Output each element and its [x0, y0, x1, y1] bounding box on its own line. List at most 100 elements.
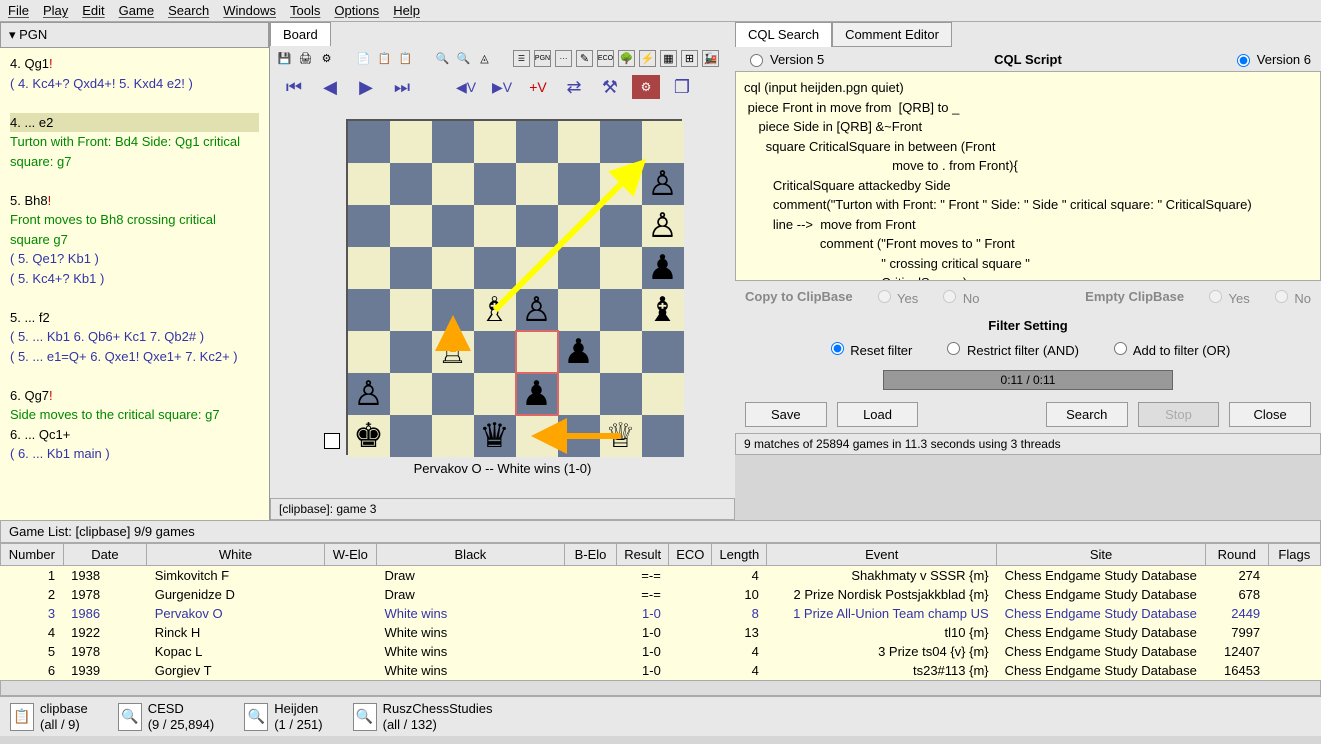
database-item[interactable]: 📋clipbase(all / 9) [10, 701, 88, 732]
square-g3[interactable] [600, 331, 642, 373]
piece[interactable]: ♙ [647, 167, 677, 201]
pgn-line[interactable]: 4. ... e2 [10, 113, 259, 133]
pgn-line[interactable]: 5. Bh8! [10, 191, 259, 211]
piece[interactable]: ♙ [647, 209, 677, 243]
chessboard[interactable]: ♙♙♟♗♙♝♖♟♙♟♚♛♕ [346, 119, 682, 455]
square-c4[interactable] [432, 289, 474, 331]
square-f5[interactable] [558, 247, 600, 289]
menu-play[interactable]: Play [43, 3, 68, 18]
table-row[interactable]: 11938Simkovitch FDraw=-=4Shakhmaty v SSS… [1, 566, 1321, 586]
square-b6[interactable] [390, 205, 432, 247]
eco-icon[interactable]: ECO [597, 50, 614, 67]
paste-icon[interactable]: 📋 [376, 50, 393, 67]
piece[interactable]: ♟ [563, 335, 593, 369]
train-icon[interactable]: 🚂 [702, 50, 719, 67]
engine-icon[interactable]: ⚡ [639, 50, 656, 67]
nav-var-back-icon[interactable]: ◀V [452, 75, 480, 99]
square-g6[interactable] [600, 205, 642, 247]
column-header[interactable]: Site [997, 544, 1206, 566]
nav-hammer-icon[interactable]: ⚒ [596, 75, 624, 99]
square-d3[interactable] [474, 331, 516, 373]
column-header[interactable]: B-Elo [564, 544, 616, 566]
radio-version5[interactable] [750, 54, 763, 67]
piece[interactable]: ♟ [647, 251, 677, 285]
square-h4[interactable]: ♝ [642, 289, 684, 331]
square-c1[interactable] [432, 415, 474, 457]
nav-flip-icon[interactable]: ⇄ [560, 75, 588, 99]
column-header[interactable]: Black [376, 544, 564, 566]
square-b3[interactable] [390, 331, 432, 373]
table-row[interactable]: 21978Gurgenidze DDraw=-=102 Prize Nordis… [1, 585, 1321, 604]
square-f8[interactable] [558, 121, 600, 163]
square-c8[interactable] [432, 121, 474, 163]
text-icon[interactable]: ··· [555, 50, 572, 67]
square-b7[interactable] [390, 163, 432, 205]
square-g5[interactable] [600, 247, 642, 289]
filter-restrict-radio[interactable] [947, 342, 960, 355]
square-c3[interactable]: ♖ [432, 331, 474, 373]
pgn-line[interactable]: ( 5. ... Kb1 6. Qb6+ Kc1 7. Qb2# ) [10, 327, 259, 347]
db-icon[interactable]: ▦ [660, 50, 677, 67]
square-h5[interactable]: ♟ [642, 247, 684, 289]
pgn-line[interactable]: ( 6. ... Kb1 main ) [10, 444, 259, 464]
radio-version6[interactable] [1237, 54, 1250, 67]
column-header[interactable]: Number [1, 544, 64, 566]
square-c6[interactable] [432, 205, 474, 247]
tab-comment-editor[interactable]: Comment Editor [832, 22, 952, 47]
pgn-line[interactable]: 4. Qg1! [10, 54, 259, 74]
square-a3[interactable] [348, 331, 390, 373]
table-row[interactable]: 31986Pervakov OWhite wins1-081 Prize All… [1, 604, 1321, 623]
piece[interactable]: ♕ [605, 419, 635, 453]
piece[interactable]: ♖ [437, 335, 467, 369]
nav-var-fwd-icon[interactable]: ▶V [488, 75, 516, 99]
square-g7[interactable] [600, 163, 642, 205]
piece[interactable]: ♙ [521, 293, 551, 327]
square-h2[interactable] [642, 373, 684, 415]
save-icon[interactable]: 💾 [276, 50, 293, 67]
square-e5[interactable] [516, 247, 558, 289]
load-button[interactable]: Load [837, 402, 919, 427]
square-h1[interactable] [642, 415, 684, 457]
column-header[interactable]: Date [63, 544, 147, 566]
save-button[interactable]: Save [745, 402, 827, 427]
edit-icon[interactable]: ✎ [576, 50, 593, 67]
database-item[interactable]: 🔍Heijden(1 / 251) [244, 701, 322, 732]
square-b4[interactable] [390, 289, 432, 331]
database-item[interactable]: 🔍RuszChessStudies(all / 132) [353, 701, 493, 732]
table-row[interactable]: 41922Rinck HWhite wins1-013tl10 {m}Chess… [1, 623, 1321, 642]
square-a2[interactable]: ♙ [348, 373, 390, 415]
square-e7[interactable] [516, 163, 558, 205]
square-g8[interactable] [600, 121, 642, 163]
square-e6[interactable] [516, 205, 558, 247]
square-f3[interactable]: ♟ [558, 331, 600, 373]
nav-end-icon[interactable]: ⏭ [388, 75, 416, 99]
column-header[interactable]: ECO [669, 544, 712, 566]
list-icon[interactable]: ☰ [513, 50, 530, 67]
grid-icon[interactable]: ⊞ [681, 50, 698, 67]
table-row[interactable]: 61939Gorgiev TWhite wins1-04ts23#113 {m}… [1, 661, 1321, 680]
column-header[interactable]: White [147, 544, 325, 566]
square-d2[interactable] [474, 373, 516, 415]
tool-icon[interactable]: ⚙ [318, 50, 335, 67]
zoom-in-icon[interactable]: 🔍 [434, 50, 451, 67]
square-h7[interactable]: ♙ [642, 163, 684, 205]
menu-windows[interactable]: Windows [223, 3, 276, 18]
menu-edit[interactable]: Edit [82, 3, 104, 18]
tab-cql-search[interactable]: CQL Search [735, 22, 832, 47]
piece[interactable]: ♛ [479, 419, 509, 453]
square-e2[interactable]: ♟ [516, 373, 558, 415]
square-d5[interactable] [474, 247, 516, 289]
pgn-line[interactable]: ( 5. Qe1? Kb1 ) [10, 249, 259, 269]
square-b5[interactable] [390, 247, 432, 289]
square-h6[interactable]: ♙ [642, 205, 684, 247]
square-e4[interactable]: ♙ [516, 289, 558, 331]
pgn-header[interactable]: ▾ PGN [0, 22, 269, 48]
square-h8[interactable] [642, 121, 684, 163]
square-g2[interactable] [600, 373, 642, 415]
piece[interactable]: ♚ [353, 419, 383, 453]
square-f6[interactable] [558, 205, 600, 247]
pgn-icon[interactable]: PGN [534, 50, 551, 67]
pgn-line[interactable]: ( 5. ... e1=Q+ 6. Qxe1! Qxe1+ 7. Kc2+ ) [10, 347, 259, 367]
diagram-icon[interactable]: ◬ [476, 50, 493, 67]
pgn-line[interactable] [10, 93, 259, 113]
